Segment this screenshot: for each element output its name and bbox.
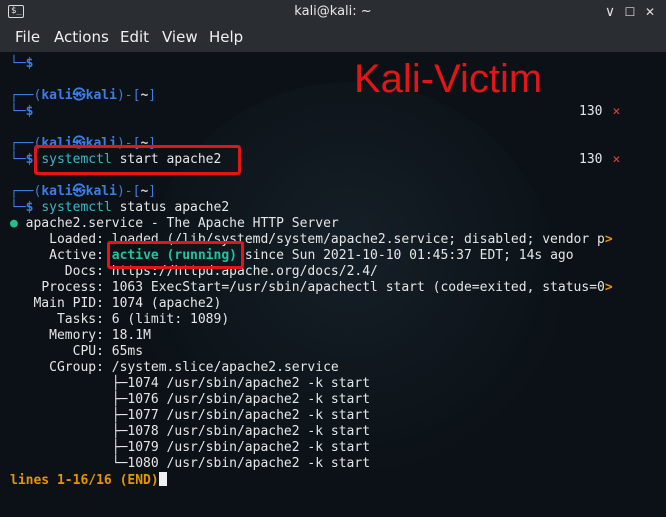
mainpid-line: Main PID: 1074 (apache2) bbox=[33, 296, 222, 311]
process-tree-item: ├─1078 /usr/sbin/apache2 -k start bbox=[111, 424, 371, 439]
title-bar: $_ kali@kali: ~ ∨ ☐ ✕ bbox=[0, 0, 666, 24]
highlight-start-command bbox=[34, 145, 241, 175]
maximize-icon[interactable]: ☐ bbox=[622, 4, 638, 20]
prompt-line-1: └─$ bbox=[10, 104, 34, 119]
minimize-icon[interactable]: ∨ bbox=[602, 4, 618, 20]
prompt-line-0: └─$ bbox=[10, 56, 34, 71]
text-cursor bbox=[158, 472, 167, 486]
process-line: Process: 1063 ExecStart=/usr/sbin/apache… bbox=[41, 280, 613, 295]
prompt-header-1: ┌──(kali㉿kali)-[~] bbox=[10, 88, 157, 103]
process-tree-item: ├─1079 /usr/sbin/apache2 -k start bbox=[111, 440, 371, 455]
window-title: kali@kali: ~ bbox=[294, 4, 372, 19]
process-tree-item: ├─1077 /usr/sbin/apache2 -k start bbox=[111, 408, 371, 423]
error-x-icon: ✕ bbox=[612, 152, 621, 167]
cpu-line: CPU: 65ms bbox=[72, 344, 144, 359]
terminal-output[interactable]: └─$ ┌──(kali㉿kali)-[~] └─$ 130 ✕ ┌──(kali… bbox=[0, 52, 666, 517]
highlight-active-running bbox=[107, 241, 244, 269]
status-dot-icon: ● bbox=[10, 216, 18, 231]
process-tree-item: ├─1074 /usr/sbin/apache2 -k start bbox=[111, 376, 371, 391]
prompt-header-3: ┌──(kali㉿kali)-[~] bbox=[10, 184, 157, 199]
command-line-2: └─$ systemctl status apache2 bbox=[10, 200, 230, 215]
menu-actions[interactable]: Actions bbox=[54, 28, 109, 46]
kali-victim-label: Kali-Victim bbox=[354, 57, 543, 101]
close-icon[interactable]: ✕ bbox=[642, 4, 658, 20]
exit-code-1: 130 ✕ bbox=[579, 104, 621, 119]
active-line: Active: active (running) since Sun 2021-… bbox=[49, 248, 574, 263]
menu-help[interactable]: Help bbox=[209, 28, 243, 46]
menu-view[interactable]: View bbox=[162, 28, 198, 46]
process-tree-item: ├─1076 /usr/sbin/apache2 -k start bbox=[111, 392, 371, 407]
pager-status: lines 1-16/16 (END) bbox=[10, 472, 167, 489]
menu-edit[interactable]: Edit bbox=[120, 28, 149, 46]
tasks-line: Tasks: 6 (limit: 1089) bbox=[56, 312, 230, 327]
exit-code-2: 130 ✕ bbox=[579, 152, 621, 167]
cgroup-line: CGroup: /system.slice/apache2.service bbox=[49, 360, 339, 375]
service-header: ● apache2.service - The Apache HTTP Serv… bbox=[10, 216, 339, 231]
process-tree-item: └─1080 /usr/sbin/apache2 -k start bbox=[111, 456, 371, 471]
memory-line: Memory: 18.1M bbox=[49, 328, 151, 343]
error-x-icon: ✕ bbox=[612, 104, 621, 119]
loaded-line: Loaded: loaded (/lib/systemd/system/apac… bbox=[49, 232, 613, 247]
terminal-window: $_ kali@kali: ~ ∨ ☐ ✕ File Actions Edit … bbox=[0, 0, 666, 517]
menu-file[interactable]: File bbox=[15, 28, 40, 46]
menu-bar: File Actions Edit View Help bbox=[0, 24, 666, 52]
